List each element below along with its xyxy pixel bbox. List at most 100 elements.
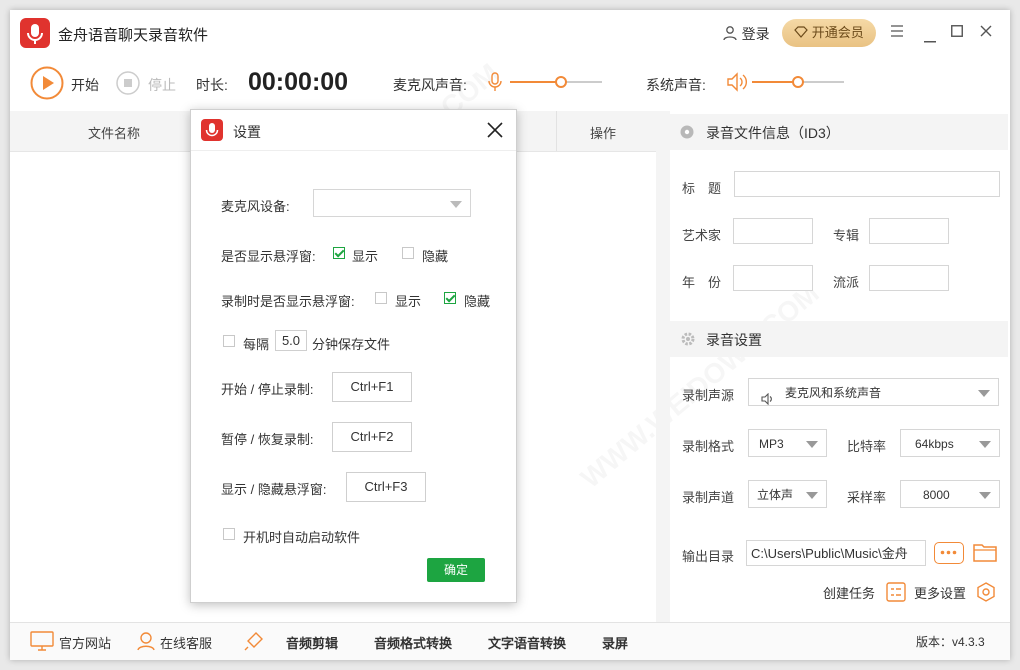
genre-label: 流派 [833, 275, 860, 290]
title-label: 标 题 [682, 181, 722, 196]
footer-audio-edit[interactable]: 音频剪辑 [286, 633, 338, 652]
samplerate-select[interactable]: 8000 [900, 480, 1000, 508]
footer-website[interactable]: 官方网站 [59, 633, 111, 652]
hotkey-start-input[interactable]: Ctrl+F1 [332, 372, 412, 402]
float-show-checkbox[interactable] [333, 247, 345, 259]
start-button[interactable] [30, 66, 64, 100]
main-window: WWW.WEIDOWN.COM WWW.WEIDOWN.COM 金舟语音聊天录音… [10, 10, 1010, 660]
id3-section-header: 录音文件信息（ID3） [670, 114, 1008, 150]
footer-screen-record[interactable]: 录屏 [602, 633, 628, 652]
minimize-icon[interactable] [924, 31, 936, 46]
dialog-title: 设置 [233, 124, 261, 140]
float-hide-label: 隐藏 [422, 249, 449, 264]
column-file-name: 文件名称 [88, 126, 141, 141]
chevron-down-icon [806, 492, 818, 499]
hotkey-pause-label: 暂停 / 恢复录制: [221, 432, 314, 447]
autostart-checkbox[interactable] [223, 528, 235, 540]
genre-input[interactable] [869, 265, 949, 291]
float-window-label: 是否显示悬浮窗: [221, 249, 316, 264]
login-label: 登录 [741, 26, 770, 42]
id3-heading: 录音文件信息（ID3） [706, 125, 840, 141]
app-logo-icon [20, 18, 50, 48]
artist-label: 艺术家 [682, 228, 722, 243]
mic-device-select[interactable] [313, 189, 471, 217]
dialog-close-icon[interactable] [487, 122, 503, 141]
gear-icon [680, 331, 696, 350]
bitrate-select[interactable]: 64kbps [900, 429, 1000, 457]
stop-label: 停止 [148, 77, 176, 93]
maximize-icon[interactable] [951, 25, 963, 40]
close-icon[interactable] [980, 25, 992, 40]
samplerate-value: 8000 [923, 488, 950, 502]
format-select[interactable]: MP3 [748, 429, 827, 457]
plug-icon [244, 631, 264, 654]
format-label: 录制格式 [682, 439, 735, 454]
login-button[interactable]: 登录 [722, 24, 770, 44]
footer-format-convert[interactable]: 音频格式转换 [374, 633, 452, 652]
menu-icon[interactable] [890, 24, 904, 41]
duration-value: 00:00:00 [248, 68, 349, 96]
monitor-icon [30, 631, 54, 654]
rec-settings-header: 录音设置 [670, 321, 1008, 357]
artist-input[interactable] [733, 218, 813, 244]
info-icon [680, 125, 694, 142]
autosave-interval-input[interactable]: 5.0 [275, 330, 307, 351]
album-input[interactable] [869, 218, 949, 244]
chevron-down-icon [450, 201, 462, 208]
channel-value: 立体声 [757, 488, 794, 502]
autosave-prefix: 每隔 [243, 337, 270, 352]
app-title: 金舟语音聊天录音软件 [58, 27, 209, 44]
year-label: 年 份 [682, 275, 722, 290]
bitrate-value: 64kbps [915, 437, 954, 451]
folder-icon[interactable] [973, 542, 997, 565]
source-select[interactable]: 麦克风和系统声音 [748, 378, 999, 406]
speaker-icon [761, 387, 775, 415]
output-path-input[interactable]: C:\Users\Public\Music\金舟 [746, 540, 926, 566]
diamond-icon [794, 20, 808, 48]
autostart-label: 开机时自动启动软件 [243, 530, 361, 545]
create-task-label: 创建任务 [823, 586, 876, 601]
customer-service-icon [136, 631, 156, 654]
microphone-icon [488, 72, 502, 95]
speaker-icon [726, 72, 748, 95]
settings-dialog: 设置 麦克风设备: 是否显示悬浮窗: 显示 隐藏 录制时是否显示悬浮窗: 显示 … [190, 109, 517, 603]
mic-volume-slider[interactable] [510, 76, 602, 88]
year-input[interactable] [733, 265, 813, 291]
hotkey-float-input[interactable]: Ctrl+F3 [346, 472, 426, 502]
title-input[interactable] [734, 171, 1000, 197]
float-rec-show-checkbox[interactable] [375, 292, 387, 304]
mic-device-label: 麦克风设备: [221, 199, 290, 214]
panel-divider [656, 111, 670, 622]
dialog-header: 设置 [191, 110, 516, 151]
samplerate-label: 采样率 [847, 490, 887, 505]
start-label: 开始 [71, 77, 99, 93]
settings-hex-icon[interactable] [976, 582, 996, 605]
footer-tts[interactable]: 文字语音转换 [488, 633, 566, 652]
column-operations: 操作 [590, 126, 617, 141]
hotkey-start-label: 开始 / 停止录制: [221, 382, 314, 397]
create-task-icon[interactable] [886, 582, 906, 605]
ok-button[interactable]: 确定 [427, 558, 485, 582]
vip-button[interactable]: 开通会员 [782, 19, 876, 47]
footer-bar: 官方网站 在线客服 音频剪辑 音频格式转换 文字语音转换 录屏 版本：v4.3.… [10, 622, 1010, 660]
system-volume-slider[interactable] [752, 76, 844, 88]
hotkey-pause-input[interactable]: Ctrl+F2 [332, 422, 412, 452]
format-value: MP3 [759, 437, 784, 451]
user-icon [722, 25, 738, 44]
browse-more-button[interactable] [934, 542, 964, 564]
float-hide-checkbox[interactable] [402, 247, 414, 259]
app-logo-icon [201, 119, 223, 141]
float-rec-label: 录制时是否显示悬浮窗: [221, 294, 355, 309]
float-rec-hide-checkbox[interactable] [444, 292, 456, 304]
more-settings-label: 更多设置 [914, 586, 967, 601]
stop-button[interactable] [116, 71, 140, 95]
autosave-suffix: 分钟保存文件 [312, 337, 391, 352]
autosave-checkbox[interactable] [223, 335, 235, 347]
mic-volume-label: 麦克风声音: [393, 77, 467, 93]
rec-settings-heading: 录音设置 [706, 332, 762, 348]
chevron-down-icon [979, 441, 991, 448]
system-volume-label: 系统声音: [646, 77, 706, 93]
source-value: 麦克风和系统声音 [785, 386, 882, 400]
footer-service[interactable]: 在线客服 [160, 633, 212, 652]
channel-select[interactable]: 立体声 [748, 480, 827, 508]
